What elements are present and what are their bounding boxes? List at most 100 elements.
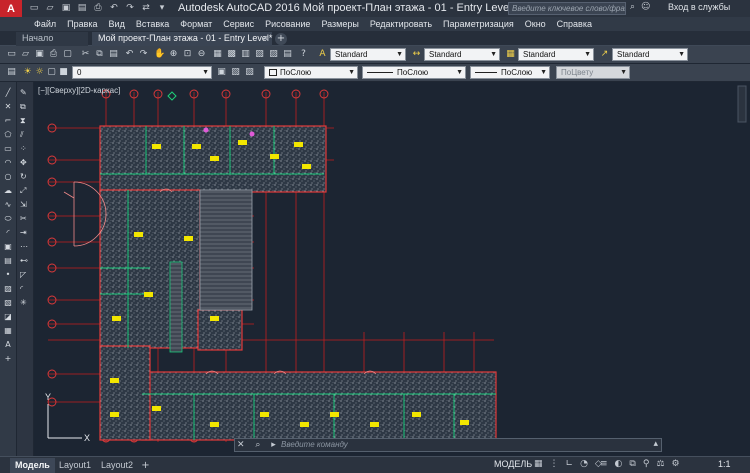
make-current-layer-icon[interactable]: ▣ xyxy=(216,67,227,78)
gradient-icon[interactable]: ▧ xyxy=(3,298,13,308)
preview-icon[interactable]: ▢ xyxy=(62,49,73,60)
navigation-bar-icon[interactable] xyxy=(708,84,748,124)
menu-format[interactable]: Формат xyxy=(180,19,212,29)
erase-icon[interactable]: ✎ xyxy=(20,88,27,97)
mirror-icon[interactable]: ⧗ xyxy=(20,116,26,126)
ellipse-icon[interactable]: ⬭ xyxy=(3,214,13,224)
move-icon[interactable]: ✥ xyxy=(20,158,27,167)
new-icon[interactable]: ▭ xyxy=(6,49,17,60)
redo-icon[interactable]: ↷ xyxy=(138,49,149,60)
workspace-gear-icon[interactable]: ⚙ xyxy=(672,459,680,469)
lightbulb-icon[interactable]: ☀ xyxy=(22,67,33,78)
scale-icon[interactable]: ⤢ xyxy=(20,186,26,196)
tab-layout2[interactable]: Layout2 xyxy=(96,458,138,473)
search-icon[interactable]: ⌕ xyxy=(630,2,635,12)
workspace-dropdown-icon[interactable]: ▾ xyxy=(156,3,168,14)
dim-style-select[interactable]: Standard ▼ xyxy=(424,48,500,61)
menu-dimension[interactable]: Размеры xyxy=(321,19,358,29)
zoom-window-icon[interactable]: ⊡ xyxy=(182,49,193,60)
undo-icon[interactable]: ↶ xyxy=(124,49,135,60)
text-style-select[interactable]: Standard ▼ xyxy=(330,48,406,61)
hatch-icon[interactable]: ▨ xyxy=(3,284,13,294)
layer-state-icon[interactable]: ▨ xyxy=(244,67,255,78)
tool-palettes-icon[interactable]: ▥ xyxy=(240,49,251,60)
tab-drawing[interactable]: Мой проект-План этажа - 01 - Entry Level… xyxy=(92,32,272,46)
menu-edit[interactable]: Правка xyxy=(67,19,97,29)
copy-object-icon[interactable]: ⧉ xyxy=(20,102,26,112)
drawing-canvas[interactable]: Y X xyxy=(34,82,750,456)
stretch-icon[interactable]: ⇲ xyxy=(20,200,27,209)
open-icon[interactable]: ▱ xyxy=(20,49,31,60)
menu-file[interactable]: Файл xyxy=(34,19,56,29)
mtext-icon[interactable]: A xyxy=(3,340,13,350)
revcloud-icon[interactable]: ☁ xyxy=(3,186,13,196)
model-space-button[interactable]: МОДЕЛЬ xyxy=(494,459,532,469)
sun-icon[interactable]: ☼ xyxy=(34,67,45,78)
polyline-icon[interactable]: ⌐ xyxy=(3,116,13,126)
ortho-icon[interactable]: ∟ xyxy=(566,459,574,469)
viewport-controls[interactable]: [−][Сверху][2D-каркас] xyxy=(38,86,120,95)
zoom-realtime-icon[interactable]: ⊕ xyxy=(168,49,179,60)
layer-select[interactable]: 0 ▼ xyxy=(72,66,212,79)
mleader-style-select[interactable]: Standard ▼ xyxy=(612,48,688,61)
menu-view[interactable]: Вид xyxy=(109,19,125,29)
trim-icon[interactable]: ✂ xyxy=(20,214,27,223)
paste-icon[interactable]: ▤ xyxy=(108,49,119,60)
plot-icon[interactable]: ⎙ xyxy=(92,3,104,14)
extend-icon[interactable]: ⇥ xyxy=(20,228,27,237)
copy-icon[interactable]: ⧉ xyxy=(94,49,105,60)
polygon-icon[interactable]: ⬠ xyxy=(3,130,13,140)
point-icon[interactable]: • xyxy=(3,270,13,280)
snap-icon[interactable]: ⋮ xyxy=(550,459,559,469)
cut-icon[interactable]: ✂ xyxy=(80,49,91,60)
chamfer-icon[interactable]: ◸ xyxy=(20,270,26,279)
array-icon[interactable]: ⁘ xyxy=(20,144,27,153)
linetype-select[interactable]: ПоСлою ▼ xyxy=(362,66,466,79)
command-line[interactable]: ✕ ⌕ ▸ Введите команду ▴ xyxy=(234,438,662,452)
tab-layout1[interactable]: Layout1 xyxy=(54,458,96,473)
sign-in-link[interactable]: Вход в службы xyxy=(668,2,730,12)
print-icon[interactable]: ⎙ xyxy=(48,49,59,60)
close-icon[interactable]: × xyxy=(263,32,268,45)
command-input[interactable]: Введите команду xyxy=(281,440,348,449)
explode-icon[interactable]: ✳ xyxy=(20,298,27,307)
layer-previous-icon[interactable]: ▧ xyxy=(230,67,241,78)
rotate-icon[interactable]: ↻ xyxy=(20,172,27,181)
annotation-scale-icon[interactable]: ⚖ xyxy=(656,459,664,469)
sheet-set-icon[interactable]: ▧ xyxy=(254,49,265,60)
join-icon[interactable]: ⊷ xyxy=(20,256,28,265)
break-icon[interactable]: ⋯ xyxy=(20,242,28,251)
construction-line-icon[interactable]: ✕ xyxy=(3,102,13,112)
rectangle-icon[interactable]: ▭ xyxy=(3,144,13,154)
pan-icon[interactable]: ✋ xyxy=(154,49,165,60)
lineweight-select[interactable]: ПоСлою ▼ xyxy=(470,66,550,79)
new-file-icon[interactable]: ▭ xyxy=(28,3,40,14)
table-icon[interactable]: ▦ xyxy=(3,326,13,336)
search-input[interactable]: Введите ключевое слово/фразу xyxy=(508,2,626,15)
annotation-scale[interactable]: 1:1 xyxy=(718,459,731,469)
region-icon[interactable]: ◪ xyxy=(3,312,13,322)
fillet-icon[interactable]: ◜ xyxy=(20,284,23,293)
save-as-icon[interactable]: ▤ xyxy=(76,3,88,14)
user-icon[interactable]: ☺ xyxy=(641,2,650,12)
polar-icon[interactable]: ◔ xyxy=(580,459,588,469)
chevron-up-icon[interactable]: ▴ xyxy=(653,439,658,449)
add-layout-button[interactable]: + xyxy=(140,460,151,471)
ellipse-arc-icon[interactable]: ◜ xyxy=(3,228,13,238)
tab-start[interactable]: Начало xyxy=(16,32,88,46)
redo-icon[interactable]: ↷ xyxy=(124,3,136,14)
layer-properties-icon[interactable]: ▤ xyxy=(6,67,17,78)
spline-icon[interactable]: ∿ xyxy=(3,200,13,210)
properties-icon[interactable]: ▦ xyxy=(212,49,223,60)
lock-icon[interactable]: ▢ xyxy=(46,67,57,78)
menu-draw[interactable]: Рисование xyxy=(265,19,310,29)
transparency-icon[interactable]: ◐ xyxy=(615,459,623,469)
menu-help[interactable]: Справка xyxy=(557,19,592,29)
menu-parametric[interactable]: Параметризация xyxy=(443,19,514,29)
make-block-icon[interactable]: ▤ xyxy=(3,256,13,266)
insert-block-icon[interactable]: ▣ xyxy=(3,242,13,252)
add-selected-icon[interactable]: + xyxy=(3,354,13,364)
help-icon[interactable]: ? xyxy=(298,49,309,60)
offset-icon[interactable]: ⫽ xyxy=(20,130,24,140)
menu-window[interactable]: Окно xyxy=(525,19,546,29)
